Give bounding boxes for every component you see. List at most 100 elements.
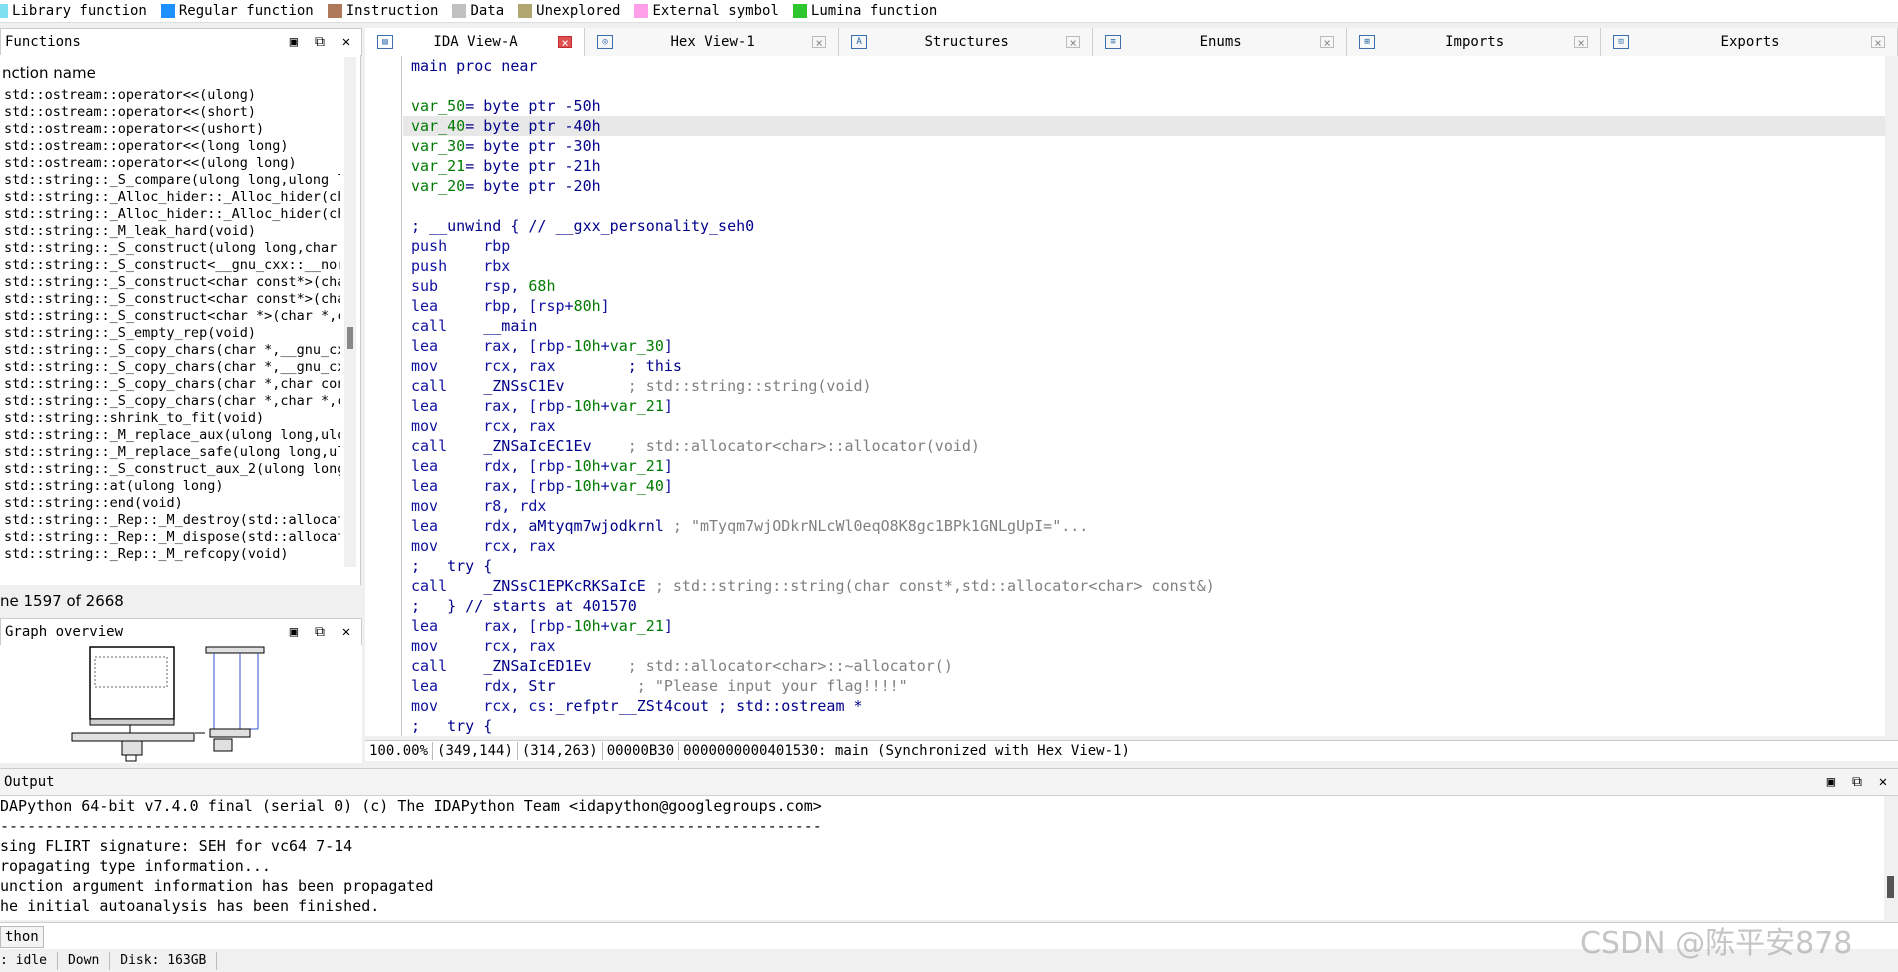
tab-imports[interactable]: ⊞ Imports × <box>1347 28 1602 56</box>
disasm-line[interactable]: ; __unwind { // __gxx_personality_seh0 <box>403 216 1898 236</box>
function-list-item[interactable]: std::ostream::operator<<(ulong) <box>0 87 340 104</box>
maximize-icon[interactable]: ▣ <box>287 34 301 50</box>
function-list-item[interactable]: std::string::end(void) <box>0 495 340 512</box>
disasm-line[interactable]: lea rax, [rbp-10h+var_40] <box>403 476 1898 496</box>
tab-ida-view-a[interactable]: ▤ IDA View-A × <box>365 28 586 56</box>
disasm-line[interactable]: call _ZNSaIcED1Ev ; std::allocator<char>… <box>403 656 1898 676</box>
disasm-line[interactable] <box>403 76 1898 96</box>
function-list-item[interactable]: std::ostream::operator<<(ushort) <box>0 121 340 138</box>
disasm-line[interactable]: mov rcx, rax <box>403 636 1898 656</box>
disasm-scrollbar[interactable] <box>1885 56 1898 736</box>
output-log[interactable]: DAPython 64-bit v7.4.0 final (serial 0) … <box>0 796 1884 920</box>
disasm-line[interactable]: lea rdx, Str ; "Please input your flag!!… <box>403 676 1898 696</box>
scrollbar-thumb[interactable] <box>347 327 353 349</box>
function-list-item[interactable]: std::string::_M_replace_aux(ulong long,u… <box>0 427 340 444</box>
function-list-item[interactable]: std::string::_Rep::_M_dispose(std::alloc… <box>0 529 340 546</box>
function-list-item[interactable]: std::string::_Rep::_M_refcopy(void) <box>0 546 340 563</box>
graph-overview-canvas[interactable] <box>0 645 362 763</box>
disasm-line[interactable]: mov rcx, rax <box>403 416 1898 436</box>
output-line: DAPython 64-bit v7.4.0 final (serial 0) … <box>0 797 822 815</box>
function-list-item[interactable]: std::string::_S_construct<char const*>(c… <box>0 274 340 291</box>
graph-overview-graph[interactable] <box>0 645 362 763</box>
disasm-line[interactable]: push rbx <box>403 256 1898 276</box>
disasm-line[interactable]: ; } // starts at 401570 <box>403 596 1898 616</box>
function-name-column-header[interactable]: nction name <box>0 55 360 91</box>
float-icon[interactable]: ⧉ <box>313 34 327 50</box>
function-list-item[interactable]: std::string::_S_construct<char const*>(c… <box>0 291 340 308</box>
function-list-item[interactable]: std::string::_Alloc_hider::_Alloc_hider(… <box>0 206 340 223</box>
disasm-token: _ZNSaIcED1Ev <box>483 657 592 675</box>
function-list-item[interactable]: std::string::_M_replace_safe(ulong long,… <box>0 444 340 461</box>
cli-language-button[interactable]: thon <box>0 926 44 948</box>
function-list-item[interactable]: std::string::_S_copy_chars(char *,__gnu_… <box>0 359 340 376</box>
disasm-line[interactable]: var_50= byte ptr -50h <box>403 96 1898 116</box>
disasm-line[interactable]: sub rsp, 68h <box>403 276 1898 296</box>
function-list-item[interactable]: std::string::_S_construct_aux_2(ulong lo… <box>0 461 340 478</box>
functions-list[interactable]: std::ostream::operator<<(ulong) std::ostr… <box>0 87 340 575</box>
function-list-item[interactable]: std::string::at(ulong long) <box>0 478 340 495</box>
float-icon[interactable]: ⧉ <box>313 624 327 640</box>
disasm-line[interactable]: ; try { <box>403 716 1898 736</box>
disasm-line[interactable]: main proc near <box>403 56 1898 76</box>
tab-exports[interactable]: ⊡ Exports × <box>1601 28 1898 56</box>
function-list-item[interactable]: std::string::_M_leak_hard(void) <box>0 223 340 240</box>
function-list-item[interactable]: std::ostream::operator<<(ulong long) <box>0 155 340 172</box>
tab-close-icon[interactable]: × <box>1574 36 1589 49</box>
function-list-item[interactable]: std::string::_S_compare(ulong long,ulong… <box>0 172 340 189</box>
disasm-line[interactable]: lea rbp, [rsp+80h] <box>403 296 1898 316</box>
tab-structures[interactable]: A Structures × <box>839 28 1094 56</box>
disasm-line[interactable]: mov rcx, cs:_refptr__ZSt4cout ; std::ost… <box>403 696 1898 716</box>
close-icon[interactable]: ✕ <box>1876 774 1890 790</box>
function-list-item[interactable]: std::ostream::operator<<(long long) <box>0 138 340 155</box>
function-list-item[interactable]: std::string::_Rep::_M_destroy(std::alloc… <box>0 512 340 529</box>
float-icon[interactable]: ⧉ <box>1850 774 1864 790</box>
tab-close-icon[interactable]: × <box>812 36 827 49</box>
disasm-line[interactable]: call _ZNSsC1Ev ; std::string::string(voi… <box>403 376 1898 396</box>
disasm-line[interactable]: ; try { <box>403 556 1898 576</box>
disasm-line[interactable]: lea rax, [rbp-10h+var_30] <box>403 336 1898 356</box>
tab-close-icon[interactable]: × <box>1870 36 1885 49</box>
disasm-line[interactable]: call __main <box>403 316 1898 336</box>
maximize-icon[interactable]: ▣ <box>287 624 301 640</box>
disasm-line[interactable]: lea rdx, aMtyqm7wjodkrnl ; "mTyqm7wjODkr… <box>403 516 1898 536</box>
function-list-item[interactable]: std::string::_Alloc_hider::_Alloc_hider(… <box>0 189 340 206</box>
function-list-item[interactable]: std::string::_S_construct<char *>(char *… <box>0 308 340 325</box>
disasm-token: lea rax, [rbp- <box>411 477 574 495</box>
output-scrollbar[interactable] <box>1884 796 1898 920</box>
function-list-item[interactable]: std::string::_S_copy_chars(char *,__gnu_… <box>0 342 340 359</box>
disasm-line[interactable]: call _ZNSaIcEC1Ev ; std::allocator<char>… <box>403 436 1898 456</box>
tab-hex-view-1[interactable]: ◎ Hex View-1 × <box>585 28 840 56</box>
function-list-item[interactable]: std::string::_S_construct<__gnu_cxx::__n… <box>0 257 340 274</box>
tab-enums[interactable]: ≡ Enums × <box>1093 28 1348 56</box>
function-list-item[interactable]: std::ostream::operator<<(short) <box>0 104 340 121</box>
disasm-line[interactable] <box>403 196 1898 216</box>
disasm-line[interactable]: call _ZNSsC1EPKcRKSaIcE ; std::string::s… <box>403 576 1898 596</box>
disasm-line[interactable]: lea rax, [rbp-10h+var_21] <box>403 396 1898 416</box>
disasm-line[interactable]: var_30= byte ptr -30h <box>403 136 1898 156</box>
function-list-item[interactable]: std::string::_S_copy_chars(char *,char c… <box>0 376 340 393</box>
disasm-line[interactable]: var_40= byte ptr -40h <box>403 116 1898 136</box>
disasm-line[interactable]: lea rdx, [rbp-10h+var_21] <box>403 456 1898 476</box>
disasm-line[interactable]: var_20= byte ptr -20h <box>403 176 1898 196</box>
disasm-line[interactable]: push rbp <box>403 236 1898 256</box>
disasm-line[interactable]: mov rcx, rax <box>403 536 1898 556</box>
functions-scrollbar[interactable] <box>344 57 356 567</box>
tab-close-icon[interactable]: × <box>558 36 573 49</box>
function-list-item[interactable]: std::string::_S_construct(ulong long,cha… <box>0 240 340 257</box>
tab-close-icon[interactable]: × <box>1320 36 1335 49</box>
tab-close-icon[interactable]: × <box>1066 36 1081 49</box>
close-icon[interactable]: ✕ <box>339 34 353 50</box>
enums-icon: ≡ <box>1105 35 1122 49</box>
output-scrollbar-thumb[interactable] <box>1887 876 1894 898</box>
function-list-item[interactable]: std::string::_S_copy_chars(char *,char *… <box>0 393 340 410</box>
maximize-icon[interactable]: ▣ <box>1824 774 1838 790</box>
disasm-line[interactable]: mov rcx, rax ; this <box>403 356 1898 376</box>
disasm-token: 10h <box>573 477 601 495</box>
function-list-item[interactable]: std::string::_S_empty_rep(void) <box>0 325 340 342</box>
disasm-line[interactable]: mov r8, rdx <box>403 496 1898 516</box>
close-icon[interactable]: ✕ <box>339 624 353 640</box>
disasm-line[interactable]: var_21= byte ptr -21h <box>403 156 1898 176</box>
function-list-item[interactable]: std::string::shrink_to_fit(void) <box>0 410 340 427</box>
disassembly-listing[interactable]: main proc near var_50= byte ptr -50h var_4… <box>403 56 1898 736</box>
disasm-line[interactable]: lea rax, [rbp-10h+var_21] <box>403 616 1898 636</box>
